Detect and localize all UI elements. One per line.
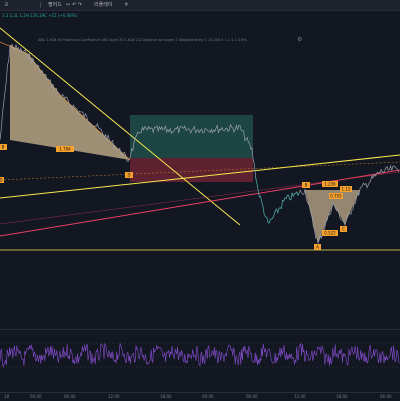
svg-text:D: D — [0, 178, 3, 183]
price-chart[interactable]: B 1.784 D D B 1.236 0.705 1.15 0.522 C A — [0, 0, 400, 400]
pattern-label-left-b: B — [0, 144, 7, 150]
harmonic-pattern-left — [10, 45, 130, 160]
svg-text:1.784: 1.784 — [59, 147, 71, 152]
svg-text:A: A — [316, 245, 319, 250]
indicator-legend[interactable]: ABC 1.618 50 Harmonic Confluence 062 sty… — [38, 38, 247, 42]
svg-text:C: C — [342, 227, 345, 232]
pattern-label-right-ratio-right: 1.15 — [340, 186, 352, 192]
pattern-label-right-ratio-bottom: 0.522 — [322, 230, 338, 236]
svg-text:B: B — [2, 145, 5, 150]
svg-text:1.236: 1.236 — [324, 182, 336, 187]
svg-text:D: D — [127, 173, 130, 178]
svg-text:0.522: 0.522 — [324, 231, 336, 236]
price-series-accent — [255, 177, 300, 224]
pattern-label-left-d-axis: D — [0, 177, 4, 183]
pattern-label-right-ratio-top: 1.236 — [322, 181, 338, 187]
pattern-label-right-a: A — [314, 244, 321, 250]
oscillator-series — [0, 342, 400, 368]
pattern-label-right-c: C — [340, 226, 347, 232]
pattern-label-left-d: D — [125, 172, 133, 178]
svg-text:1.15: 1.15 — [342, 187, 351, 192]
ohlc-readout: 1.2 1,2L 1.2H 126,19C +51 (+0.08%) — [2, 13, 78, 18]
pattern-label-right-b: B — [302, 182, 310, 188]
pane-divider[interactable] — [0, 329, 400, 330]
zone-upper-box — [130, 115, 253, 158]
svg-text:B: B — [305, 183, 308, 188]
gear-icon[interactable]: ⚙ — [297, 36, 302, 43]
pattern-label-right-ratio-left: 0.705 — [329, 193, 343, 199]
zone-lower-box — [130, 158, 253, 182]
pattern-label-left-ratio: 1.784 — [56, 146, 74, 152]
svg-text:0.705: 0.705 — [330, 194, 342, 199]
